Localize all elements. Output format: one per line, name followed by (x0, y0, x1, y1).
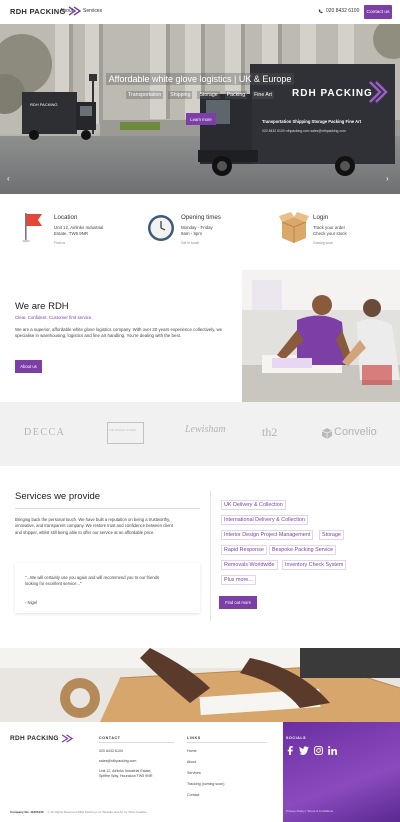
van-contact: 020 8432 6100 rdhpacking.com sales@rdhpa… (262, 129, 346, 133)
find-out-more-button[interactable]: Find out more (219, 596, 257, 609)
learn-more-button[interactable]: Learn more (186, 113, 216, 125)
footer-link-about[interactable]: About (187, 760, 196, 764)
service-chip[interactable]: Plus more... (221, 575, 256, 585)
socials-panel: SOCIALS Privacy Policy | Terms & Conditi… (283, 722, 400, 822)
site-footer: RDH PACKING CONTACT 020 8432 6100 sales@… (0, 722, 400, 822)
divider (15, 508, 200, 509)
hero-sub-item: Fine Art (252, 91, 274, 99)
footer-links-heading: LINKS (187, 736, 201, 740)
info-line: 9am - 5pm (181, 231, 202, 236)
service-chip[interactable]: Inventory Check System (282, 560, 347, 570)
info-line: Estate, TW5 9NR (54, 231, 89, 236)
brand-logo: THE ROCKET STUDIO (109, 429, 137, 432)
van-services: Transportation Shipping Storage Packing … (262, 119, 362, 124)
footer-link-tracking[interactable]: Tracking (coming soon) (187, 782, 224, 786)
hero-banner: RDH PACKING RDH PACKING Transportation S… (0, 24, 400, 194)
brand-logo: DECCA (24, 427, 66, 438)
footer-phone[interactable]: 020 8432 6100 (99, 749, 123, 753)
login-link[interactable]: Coming soon (313, 241, 333, 245)
hero-title: Affordable white glove logistics | UK & … (0, 73, 400, 85)
info-line: Track your order (313, 225, 346, 230)
service-chip[interactable]: Rapid Response (221, 545, 267, 555)
brand-logo-frame (107, 422, 144, 444)
testimonial-author: - Nigel (25, 600, 38, 605)
footer-logo-text: RDH PACKING (10, 735, 59, 742)
phone-icon (318, 9, 323, 13)
logo-arrow-icon (61, 734, 73, 743)
find-us-link[interactable]: Find us (54, 241, 65, 245)
service-chip[interactable]: Bespoke Packing Service (269, 545, 337, 555)
get-in-touch-link[interactable]: Get in touch (181, 241, 199, 245)
carousel-prev-icon[interactable]: ‹ (7, 174, 10, 183)
instagram-icon[interactable] (314, 746, 323, 755)
site-header: RDH PACKING About Services 020 8432 6100… (0, 0, 400, 24)
nav-services[interactable]: Services (83, 8, 102, 14)
brand-logo: th2 (262, 425, 278, 439)
flag-icon (22, 213, 42, 243)
parcel-taping-photo (0, 648, 400, 722)
footer-link-contact[interactable]: Contact (187, 793, 199, 797)
brand-logo: Convelio (334, 426, 377, 438)
service-chip[interactable]: UK Delivery & Collection (221, 500, 286, 510)
services-title: Services we provide (15, 491, 101, 502)
copyright: © All Rights Reserved RDH Packing Ltd. W… (47, 810, 147, 814)
phone-number: 020 8432 6100 (326, 8, 360, 14)
service-chip[interactable]: Interior Design Project Management (221, 530, 314, 540)
footer-address: Unit 12, Airlinks Industrial Estate, (99, 769, 152, 773)
info-title: Login (313, 214, 329, 221)
info-location: Location Unit 12, Airlinks Industrial Es… (20, 206, 130, 256)
box-icon (279, 212, 309, 243)
about-title: We are RDH (15, 301, 69, 312)
info-line: Unit 12, Airlinks Industrial (54, 225, 104, 230)
footer-email[interactable]: sales@rdhpacking.com (99, 759, 136, 763)
info-title: Opening times (181, 214, 221, 221)
info-opening-times: Opening times Monday - Friday 9am - 5pm … (147, 206, 257, 256)
testimonial-quote: "...We will certainly use you again and … (25, 575, 160, 587)
info-login: Login Track your order Check your stock … (279, 206, 394, 256)
nav-about[interactable]: About (60, 8, 73, 14)
hero-sub-item: Packing (224, 91, 248, 99)
divider (187, 742, 267, 743)
divider (99, 742, 174, 743)
legal-links[interactable]: Privacy Policy | Terms & Conditions (286, 809, 333, 813)
hero-subtitle: Transportation Shipping Storage Packing … (0, 91, 400, 99)
footer-link-services[interactable]: Services (187, 771, 201, 775)
company-number: Company No: 11665130 © All Rights Reserve… (10, 810, 147, 814)
footer-address: Spitfire Way, Hounslow TW5 9NR (99, 774, 153, 778)
svg-text:RDH PACKING: RDH PACKING (30, 102, 57, 107)
about-us-button[interactable]: About us (15, 360, 42, 373)
about-text: We are a superior, affordable white glov… (15, 327, 223, 339)
social-icons (286, 746, 337, 755)
about-tagline: Clear. Confident. Customer first service… (15, 315, 93, 320)
hero-background-image: RDH PACKING (0, 24, 400, 194)
info-line: Check your stock (313, 231, 347, 236)
linkedin-icon[interactable] (328, 746, 337, 755)
team-packing-photo (242, 270, 400, 402)
twitter-icon[interactable] (299, 746, 309, 755)
clock-icon (148, 215, 174, 241)
info-title: Location (54, 214, 78, 221)
phone-link[interactable]: 020 8432 6100 (318, 8, 359, 14)
logo-text: RDH PACKING (10, 6, 66, 16)
hero-sub-item: Transportation (126, 91, 164, 99)
service-chip[interactable]: Removals Worldwide (221, 560, 278, 570)
testimonial-card: "...We will certainly use you again and … (15, 563, 200, 613)
services-text: Bringing back the personal touch. We hav… (15, 517, 173, 535)
facebook-icon[interactable] (286, 746, 294, 755)
footer-logo[interactable]: RDH PACKING (10, 734, 74, 743)
hero-sub-item: Shipping (168, 91, 193, 99)
client-logos: DECCA THE ROCKET STUDIO Lewisham th2 Con… (0, 402, 400, 466)
brand-logo: Lewisham (185, 424, 226, 435)
contact-button[interactable]: Contact us (364, 5, 392, 19)
footer-contact-heading: CONTACT (99, 736, 121, 740)
carousel-next-icon[interactable]: › (386, 174, 389, 183)
hero-sub-item: Storage (197, 91, 220, 99)
service-chip[interactable]: International Delivery & Collection (221, 515, 308, 525)
service-chip[interactable]: Storage (319, 530, 344, 540)
info-line: Monday - Friday (181, 225, 213, 230)
convelio-cube-icon (322, 428, 332, 439)
footer-link-home[interactable]: Home (187, 749, 197, 753)
socials-heading: SOCIALS (286, 736, 307, 740)
